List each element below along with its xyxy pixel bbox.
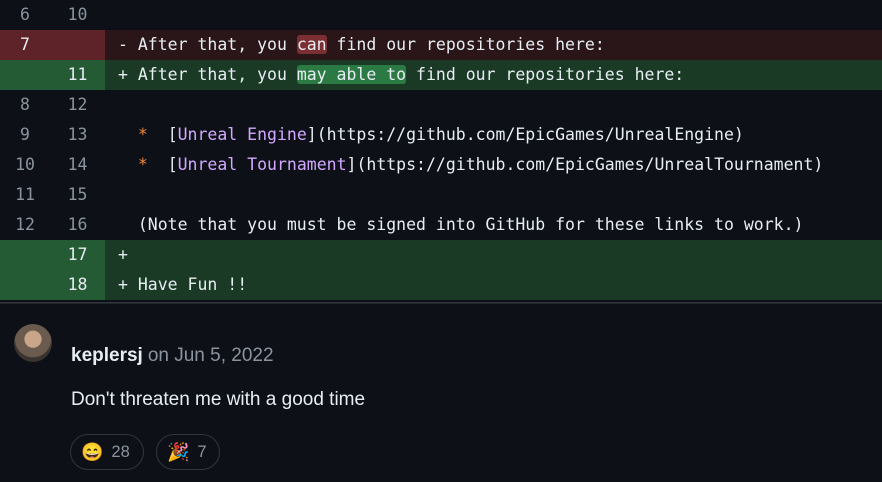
link-text: Unreal Engine <box>177 125 307 144</box>
old-line-number[interactable]: 12 <box>0 210 50 240</box>
diff-code: + After that, you may able to find our r… <box>105 60 882 90</box>
deleted-word-highlight: can <box>296 35 327 54</box>
reaction-count: 7 <box>197 442 207 461</box>
diff-row: 11 15 <box>0 180 882 210</box>
new-line-number[interactable]: 10 <box>50 0 105 30</box>
old-line-number[interactable]: 6 <box>0 0 50 30</box>
code-text: - After that, you <box>118 35 297 54</box>
diff-code: + Have Fun !! <box>118 275 248 294</box>
link-url: ](https://github.com/EpicGames/UnrealTou… <box>346 155 824 174</box>
diff-row-deleted: 7 - After that, you can find our reposit… <box>0 30 882 60</box>
old-line-number[interactable]: 7 <box>0 30 50 60</box>
old-line-number[interactable]: 11 <box>0 180 50 210</box>
diff-row: 12 16 (Note that you must be signed into… <box>0 210 882 240</box>
code-text: + After that, you <box>118 65 297 84</box>
link-url: ](https://github.com/EpicGames/UnrealEng… <box>306 125 744 144</box>
new-line-number[interactable]: 11 <box>50 60 105 90</box>
link-text: Unreal Tournament <box>177 155 347 174</box>
new-line-number[interactable]: 16 <box>50 210 105 240</box>
new-line-number[interactable]: 15 <box>50 180 105 210</box>
diff-code <box>105 0 882 30</box>
author-link[interactable]: keplersj <box>71 345 143 366</box>
diff-row: 9 13 * [Unreal Engine](https://github.co… <box>0 120 882 150</box>
comment-body: Don't threaten me with a good time <box>71 389 366 410</box>
old-line-number[interactable]: 10 <box>0 150 50 180</box>
new-line-number[interactable]: 17 <box>50 240 105 270</box>
comment-date-link[interactable]: on Jun 5, 2022 <box>148 345 274 366</box>
reaction-button-grinning[interactable]: 😄 28 <box>70 434 144 470</box>
bracket-open: [ <box>167 125 178 144</box>
diff-row: 6 10 <box>0 0 882 30</box>
diff-row: 8 12 <box>0 90 882 120</box>
new-line-number[interactable]: 13 <box>50 120 105 150</box>
diff-code: (Note that you must be signed into GitHu… <box>118 215 804 234</box>
new-line-number[interactable]: 14 <box>50 150 105 180</box>
diff-code: - After that, you can find our repositor… <box>105 30 882 60</box>
diff-view: 6 10 7 - After that, you can find our re… <box>0 0 882 303</box>
new-line-number[interactable] <box>50 30 105 60</box>
list-bullet: * <box>137 155 148 174</box>
old-line-number[interactable]: 8 <box>0 90 50 120</box>
old-line-number[interactable] <box>0 60 50 90</box>
diff-row-added: 17 + <box>0 240 882 270</box>
added-word-highlight: may able to <box>296 65 407 84</box>
review-comment: keplersj on Jun 5, 2022 Don't threaten me… <box>0 303 882 482</box>
diff-code <box>105 90 882 120</box>
diff-row-added: 11 + After that, you may able to find ou… <box>0 60 882 90</box>
party-popper-icon: 🎉 <box>167 441 190 462</box>
diff-code <box>105 180 882 210</box>
new-line-number[interactable]: 12 <box>50 90 105 120</box>
comment-header: keplersj on Jun 5, 2022 <box>71 345 274 367</box>
avatar[interactable] <box>14 324 52 362</box>
code-text: find our repositories here: <box>326 35 605 54</box>
diff-code: * [Unreal Tournament](https://github.com… <box>105 150 882 180</box>
new-line-number[interactable]: 18 <box>50 270 105 300</box>
reaction-count: 28 <box>111 442 130 461</box>
list-bullet: * <box>137 125 148 144</box>
bracket-open: [ <box>167 155 178 174</box>
grinning-face-icon: 😄 <box>81 441 104 462</box>
old-line-number[interactable] <box>0 240 50 270</box>
old-line-number[interactable]: 9 <box>0 120 50 150</box>
diff-code: * [Unreal Engine](https://github.com/Epi… <box>105 120 882 150</box>
old-line-number[interactable] <box>0 270 50 300</box>
diff-row: 10 14 * [Unreal Tournament](https://gith… <box>0 150 882 180</box>
diff-row-added: 18 + Have Fun !! <box>0 270 882 300</box>
diff-code: + <box>118 245 128 264</box>
code-text: find our repositories here: <box>406 65 685 84</box>
reaction-button-party[interactable]: 🎉 7 <box>156 434 220 470</box>
